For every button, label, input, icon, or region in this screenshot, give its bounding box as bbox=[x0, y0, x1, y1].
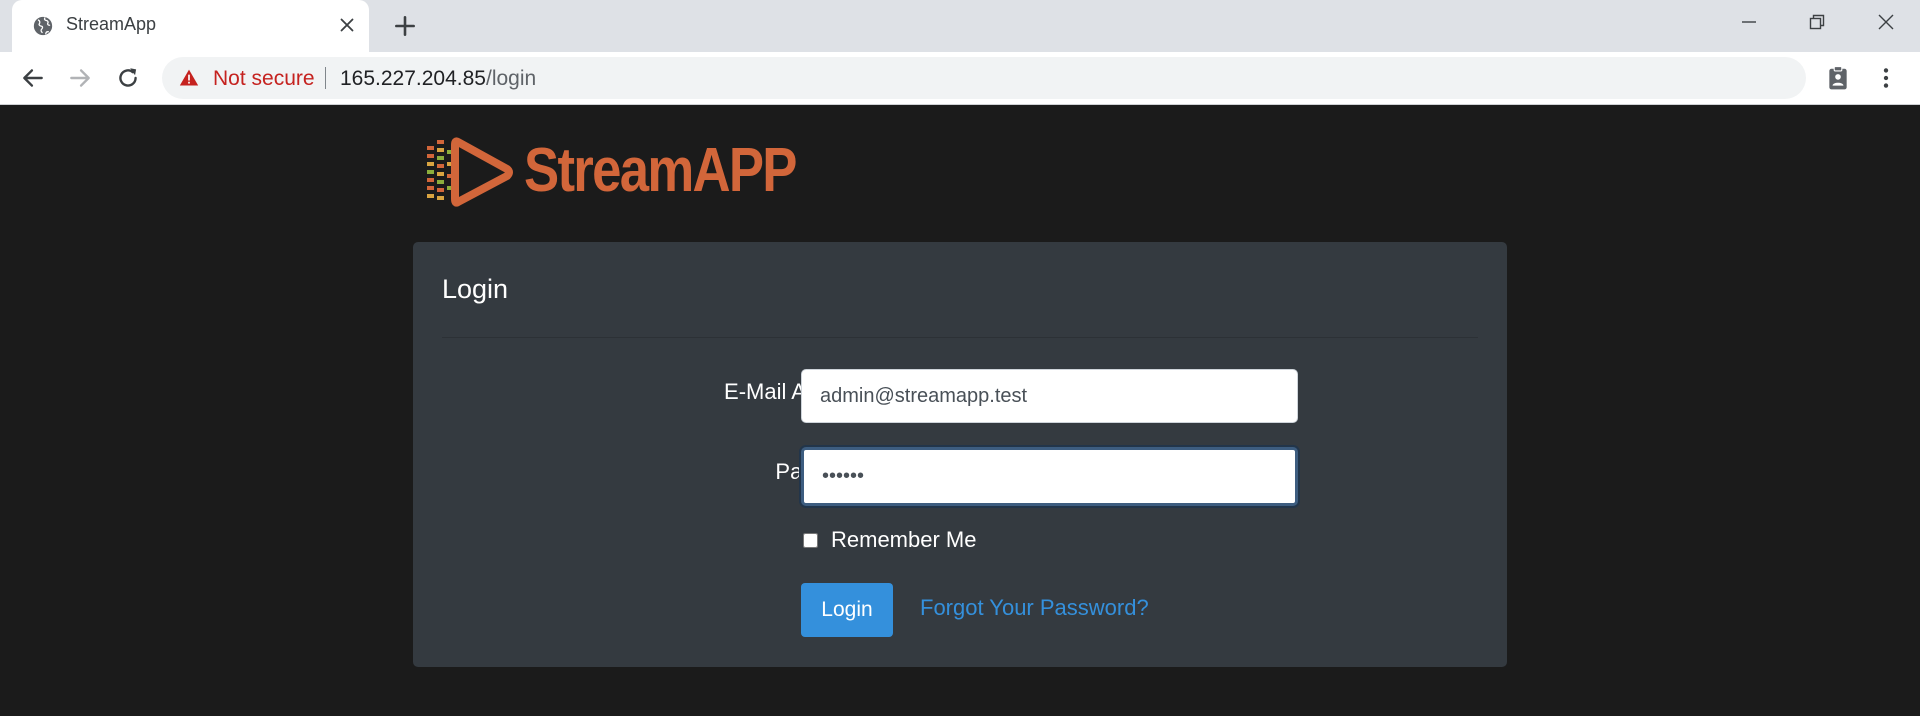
kebab-menu-icon[interactable] bbox=[1873, 65, 1899, 91]
clipboard-person-icon[interactable] bbox=[1825, 65, 1851, 91]
reload-icon[interactable] bbox=[115, 65, 141, 91]
forgot-password-link[interactable]: Forgot Your Password? bbox=[920, 595, 1149, 621]
address-bar[interactable]: Not secure 165.227.204.85/login bbox=[162, 57, 1806, 99]
logo-text: StreamAPP bbox=[524, 136, 797, 205]
close-icon[interactable] bbox=[336, 14, 358, 36]
card-divider bbox=[442, 337, 1478, 338]
url-path: /login bbox=[485, 67, 537, 90]
omnibox-divider bbox=[325, 67, 326, 89]
browser-tab[interactable]: StreamApp bbox=[12, 0, 369, 52]
close-window-icon bbox=[1878, 14, 1894, 30]
card-title: Login bbox=[442, 274, 509, 304]
tab-title: StreamApp bbox=[66, 14, 157, 34]
play-logo-icon bbox=[427, 137, 513, 207]
minimize-icon bbox=[1742, 21, 1756, 23]
login-button[interactable]: Login bbox=[801, 583, 893, 637]
browser-tabstrip: StreamApp bbox=[0, 0, 1920, 52]
url-host: 165.227.204.85 bbox=[340, 67, 486, 90]
email-field[interactable] bbox=[801, 369, 1298, 423]
browser-toolbar: Not secure 165.227.204.85/login bbox=[0, 52, 1920, 105]
restore-button[interactable] bbox=[1783, 0, 1851, 44]
streamapp-logo[interactable]: StreamAPP bbox=[425, 136, 797, 208]
globe-icon bbox=[33, 16, 53, 36]
minimize-button[interactable] bbox=[1715, 0, 1783, 44]
security-status[interactable]: Not secure bbox=[213, 67, 315, 91]
remember-me-row: Remember Me bbox=[801, 526, 976, 554]
restore-icon bbox=[1809, 14, 1825, 30]
forward-arrow-icon[interactable] bbox=[67, 65, 93, 91]
remember-me-checkbox[interactable] bbox=[803, 532, 818, 548]
warning-triangle-icon[interactable] bbox=[179, 68, 199, 88]
page-content: StreamAPP Login E-Mail Address Password … bbox=[0, 106, 1920, 716]
close-window-button[interactable] bbox=[1852, 0, 1920, 44]
back-arrow-icon[interactable] bbox=[20, 65, 46, 91]
remember-me-label[interactable]: Remember Me bbox=[831, 527, 976, 553]
url-text[interactable]: 165.227.204.85/login bbox=[340, 67, 536, 91]
password-field[interactable] bbox=[801, 447, 1298, 506]
login-card: Login E-Mail Address Password Remember M… bbox=[413, 242, 1507, 667]
plus-icon[interactable] bbox=[392, 13, 418, 39]
